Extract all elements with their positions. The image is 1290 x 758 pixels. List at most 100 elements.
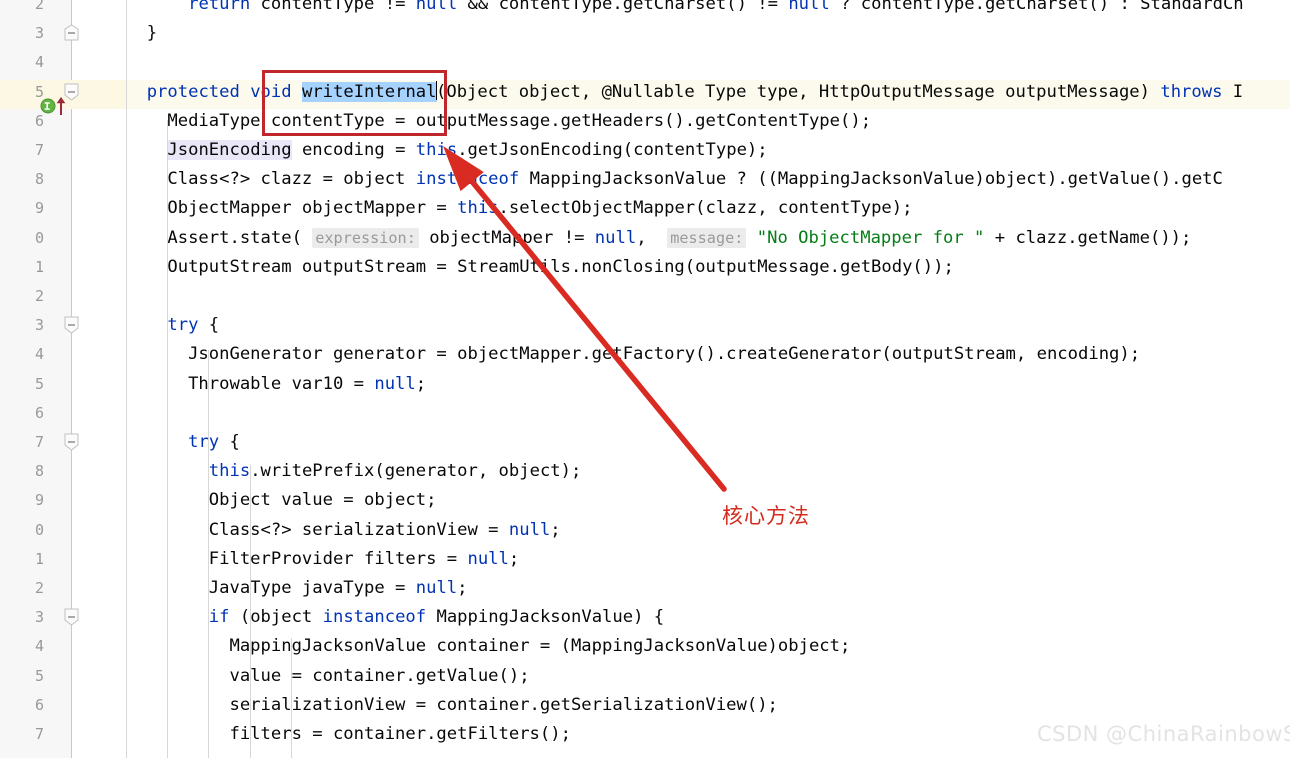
code-line[interactable]: return contentType != null && contentTyp…	[126, 0, 1244, 19]
code-token: try	[188, 432, 220, 452]
code-line[interactable]: MediaType contentType = outputMessage.ge…	[126, 107, 871, 136]
indent-guide	[208, 350, 209, 758]
code-token: + clazz.getName());	[984, 227, 1192, 248]
code-line[interactable]: this.writePrefix(generator, object);	[126, 457, 582, 486]
code-token: MappingJacksonValue ? ((MappingJacksonVa…	[519, 169, 1223, 190]
indent-guide	[126, 0, 127, 758]
code-token: MappingJacksonValue container = (Mapping…	[126, 636, 851, 657]
code-token: objectMapper !=	[418, 227, 595, 248]
code-line[interactable]: JavaType javaType = null;	[126, 574, 468, 603]
fold-rail-line	[71, 0, 72, 758]
code-token: !=	[384, 0, 406, 14]
code-token: OutputStream outputStream = StreamUtils.…	[126, 256, 954, 277]
code-token: Assert.state(	[126, 227, 313, 248]
code-line[interactable]: Throwable var10 = null;	[126, 370, 426, 399]
code-token: throws	[1160, 81, 1223, 102]
code-token: JavaType javaType =	[126, 578, 416, 598]
code-line[interactable]: try {	[126, 311, 219, 340]
code-token: MappingJacksonValue) {	[426, 607, 665, 628]
code-line[interactable]: Class<?> clazz = object instanceof Mappi…	[126, 165, 1223, 194]
code-line[interactable]: Class<?> serializationView = null;	[126, 516, 561, 545]
line-number: 7	[34, 725, 44, 743]
code-token: JsonEncoding	[167, 140, 292, 160]
code-token: filters = container.getFilters();	[126, 724, 571, 744]
line-number: 7	[34, 141, 44, 159]
code-token: .writePrefix(generator, object);	[250, 461, 582, 482]
code-token: .selectObjectMapper(clazz, contentType);	[498, 198, 913, 219]
code-token: ;	[457, 578, 468, 598]
fold-marker[interactable]	[63, 24, 80, 43]
line-number: 2	[34, 579, 44, 597]
fold-marker[interactable]	[63, 433, 80, 452]
code-token: }	[126, 23, 158, 44]
code-line[interactable]: try {	[126, 428, 240, 457]
code-token: ? contentType.getCharset() : StandardCh	[829, 0, 1244, 14]
line-number: 9	[34, 491, 44, 510]
code-token: ,	[636, 227, 668, 248]
line-number: 8	[34, 170, 44, 189]
code-line[interactable]: value = container.getValue();	[126, 662, 530, 691]
overriding-method-marker[interactable]	[40, 96, 66, 116]
code-token: null	[415, 0, 458, 14]
code-token: (object	[229, 607, 323, 628]
code-line[interactable]: Assert.state( expression: objectMapper !…	[126, 224, 1191, 253]
code-token: ;	[508, 548, 520, 569]
line-number: 2	[34, 287, 44, 305]
code-line[interactable]: }	[126, 19, 157, 48]
indent-guide	[167, 120, 168, 758]
code-token: (Object object, @Nullable Type type, Htt…	[436, 81, 1161, 102]
code-line[interactable]: if (object instanceof MappingJacksonValu…	[126, 603, 664, 632]
code-token: value = container.getValue();	[126, 665, 530, 686]
line-number: 6	[34, 695, 44, 714]
code-token: if	[208, 607, 230, 628]
code-token: null	[374, 373, 416, 394]
code-token: Class<?> clazz = object	[126, 169, 416, 190]
code-line[interactable]: OutputStream outputStream = StreamUtils.…	[126, 253, 954, 282]
line-number: 6	[34, 111, 44, 130]
code-line[interactable]: JsonEncoding encoding = this.getJsonEnco…	[126, 136, 768, 165]
code-token: encoding =	[291, 140, 416, 160]
indent-guide	[250, 465, 251, 758]
line-number: 4	[34, 53, 44, 72]
code-token: Class<?> serializationView =	[126, 519, 509, 540]
code-token: ;	[415, 373, 427, 394]
writeInternal-highlight-box	[262, 70, 447, 136]
code-token: try	[167, 315, 199, 336]
code-token: serializationView = container.getSeriali…	[126, 694, 778, 715]
code-token: null	[467, 548, 509, 569]
code-token: {	[198, 315, 220, 336]
line-number: 2	[34, 0, 44, 13]
code-line[interactable]: Object value = object;	[126, 486, 437, 515]
fold-marker[interactable]	[63, 608, 80, 627]
code-token: protected	[146, 81, 240, 102]
code-line[interactable]: ObjectMapper objectMapper = this.selectO…	[126, 194, 912, 223]
code-token: return	[188, 0, 251, 14]
code-line[interactable]: filters = container.getFilters();	[126, 720, 571, 749]
line-number: 0	[34, 520, 44, 539]
code-line[interactable]: JsonGenerator generator = objectMapper.g…	[126, 340, 1140, 369]
code-token: expression:	[312, 227, 419, 248]
line-number: 7	[34, 433, 44, 451]
code-line[interactable]: serializationView = container.getSeriali…	[126, 691, 778, 720]
line-number: 0	[34, 228, 44, 247]
code-token: null	[788, 0, 830, 14]
code-token: FilterProvider filters =	[126, 548, 468, 569]
line-number: 3	[34, 608, 44, 627]
code-line[interactable]: FilterProvider filters = null;	[126, 545, 519, 574]
line-number: 4	[34, 637, 44, 656]
code-editor-window: 2 3 4 5 6 7 8 9 0 1 2 3 4 5 6 7 8 9 0 1 2 3 4 5 6 7 return conten…	[0, 0, 1290, 758]
line-number: 5	[34, 374, 44, 393]
line-number: 9	[34, 199, 44, 218]
code-line[interactable]: MappingJacksonValue container = (Mapping…	[126, 632, 850, 661]
line-number: 3	[34, 316, 44, 335]
callout-label: 核心方法	[722, 504, 810, 528]
code-token: instanceof	[415, 169, 520, 190]
fold-marker[interactable]	[63, 316, 80, 335]
editor-fold-gutter[interactable]	[72, 0, 126, 758]
code-token: MediaType contentType = outputMessage.ge…	[126, 110, 872, 131]
code-token: Object value = object;	[126, 490, 437, 511]
